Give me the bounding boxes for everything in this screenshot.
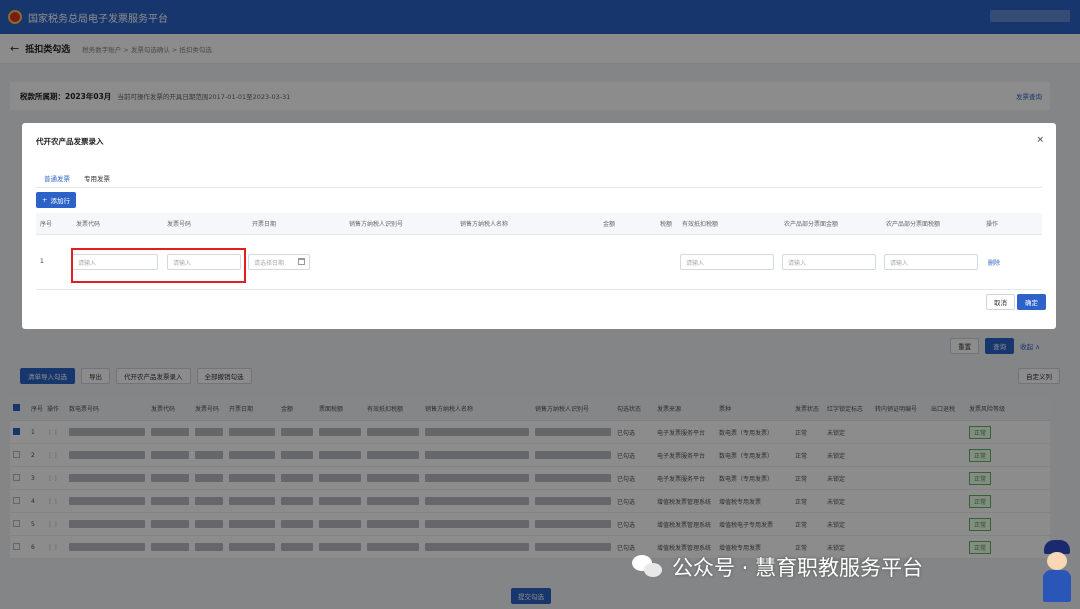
hcol-date: 开票日期: [252, 221, 277, 228]
hcol-seller-name: 销售方纳税人名称: [460, 221, 509, 228]
hcol-op: 操作: [986, 221, 999, 228]
hcol-no: 序号: [40, 221, 53, 228]
cancel-button[interactable]: 取消: [986, 294, 1015, 310]
hcol-seller-id: 销售方纳税人识别号: [349, 221, 404, 228]
hcol-valid-tax: 有效抵扣税额: [682, 221, 719, 228]
date-placeholder: 请选择日期: [254, 259, 285, 267]
hcol-agri-tax: 农产品部分票面税额: [886, 221, 941, 228]
tab-normal-invoice[interactable]: 普通发票: [44, 173, 70, 188]
calendar-icon: [298, 258, 305, 265]
dialog-title: 代开农产品发票录入: [36, 136, 104, 146]
dialog-header: 代开农产品发票录入 ×: [22, 123, 1056, 159]
invoice-type-tabs: 普通发票 专用发票: [44, 173, 110, 188]
tab-divider: [36, 187, 1042, 188]
plus-icon: +: [42, 196, 48, 204]
police-mascot-icon: [1040, 540, 1074, 604]
hcol-number: 发票号码: [167, 221, 192, 228]
tab-special-invoice[interactable]: 专用发票: [84, 173, 110, 188]
agri-invoice-dialog: 代开农产品发票录入 × 普通发票 专用发票 + 添加行 序号 发票代码 发票号码…: [22, 123, 1056, 329]
hcol-agri-amount: 农产品部分票面金额: [784, 221, 839, 228]
agri-tax-input[interactable]: 请输入: [884, 254, 978, 270]
invoice-date-picker[interactable]: 请选择日期: [248, 254, 310, 270]
add-row-button[interactable]: + 添加行: [36, 192, 76, 208]
row-no: 1: [40, 258, 44, 265]
valid-tax-input[interactable]: 请输入: [680, 254, 774, 270]
close-icon[interactable]: ×: [1036, 135, 1044, 145]
highlight-annotation: [71, 248, 246, 283]
add-row-label: 添加行: [50, 197, 70, 205]
hcol-tax: 税额: [660, 221, 673, 228]
hcol-amount: 金额: [603, 221, 616, 228]
wechat-icon: [632, 555, 664, 579]
agri-amount-input[interactable]: 请输入: [782, 254, 876, 270]
watermark: 公众号 · 慧育职教服务平台: [632, 552, 923, 582]
hcol-code: 发票代码: [76, 221, 101, 228]
table-divider: [36, 289, 1042, 290]
delete-row-link[interactable]: 删除: [988, 258, 1000, 267]
confirm-button[interactable]: 确定: [1017, 294, 1046, 310]
watermark-text: 公众号 · 慧育职教服务平台: [672, 556, 924, 580]
